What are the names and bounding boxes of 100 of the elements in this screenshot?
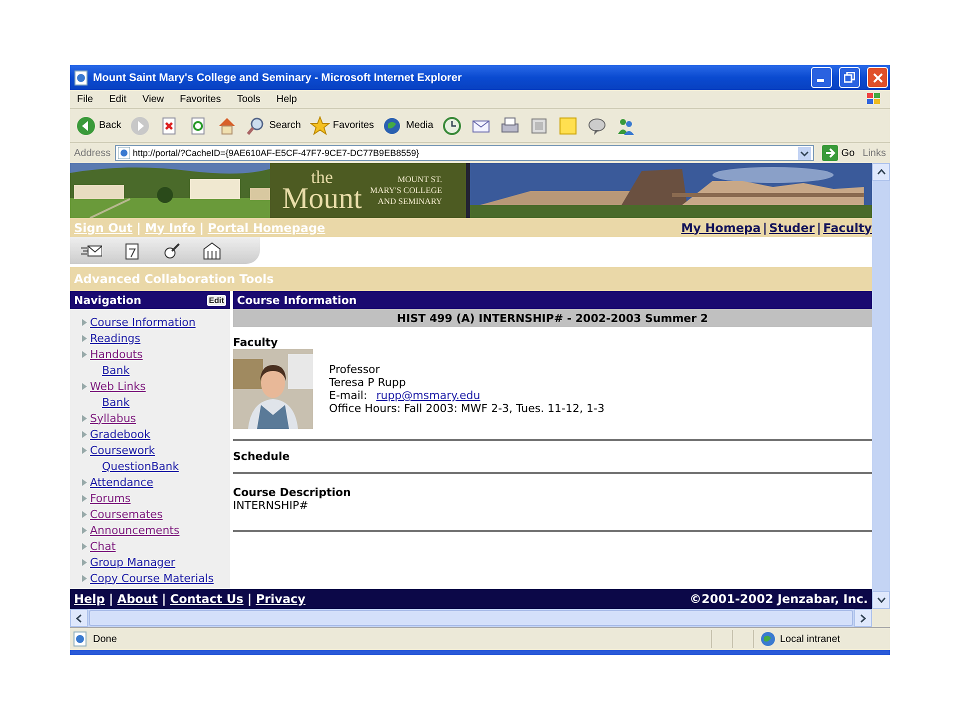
nav-link[interactable]: Bank [102,364,130,376]
section-title: Advanced Collaboration Tools [70,267,872,291]
triangle-icon [82,414,87,422]
maximize-button[interactable] [839,67,860,88]
section-label: Schedule [233,450,290,463]
horizontal-scrollbar[interactable] [70,609,872,627]
nav-link[interactable]: Handouts [90,348,143,360]
tagline: MARY'S COLLEGE [370,185,442,196]
triangle-icon [82,494,87,502]
search-button[interactable]: Search [244,114,303,138]
menu-item[interactable]: Favorites [178,94,222,104]
menu-item[interactable]: Help [275,94,298,104]
triangle-icon [82,526,87,534]
header-link[interactable]: Studer [769,220,815,234]
globe-icon [760,631,776,647]
nav-link[interactable]: Bank [102,396,130,408]
separator: | [247,592,252,606]
edit-button[interactable]: Edit [206,294,226,306]
printer-icon [500,116,520,136]
separator: | [108,592,114,606]
clock-icon [442,116,462,136]
favorites-button[interactable]: Favorites [308,114,376,138]
close-button[interactable] [867,67,888,88]
nav-link[interactable]: Copy Course Materials [90,572,214,584]
nav-link[interactable]: Readings [90,332,140,344]
faculty-name: Teresa P Rupp [329,376,407,389]
note-icon [558,116,578,136]
email-link[interactable]: rupp@msmary.edu [376,389,480,402]
close-icon [872,72,882,82]
header-link[interactable]: Faculty [823,220,872,234]
triangle-icon [82,430,87,438]
triangle-icon [82,334,87,342]
separator: | [136,220,141,234]
nav-link[interactable]: Course Information [90,316,196,328]
nav-link[interactable]: Web Links [90,380,146,392]
footer-link[interactable]: About [117,592,158,606]
triangle-icon [82,574,87,582]
nav-link[interactable]: Coursemates [90,508,163,520]
copyright: ©2001-2002 Jenzabar, Inc. [690,592,868,606]
menu-item[interactable]: Tools [236,94,262,104]
email-label: E-mail: [329,389,368,402]
dropdown-icon[interactable] [798,146,812,160]
star-icon [310,116,330,136]
separator: | [162,592,166,606]
section-label: Course Description [233,486,352,499]
triangle-icon [82,350,87,358]
links-button[interactable]: Links [862,148,886,158]
nav-link[interactable]: Gradebook [90,428,150,440]
menu-item[interactable]: Edit [108,94,128,104]
tagline: MOUNT ST. [398,174,442,185]
nav-link[interactable]: Syllabus [90,412,136,424]
nav-link[interactable]: QuestionBank [102,460,179,472]
minimize-button[interactable] [811,67,832,88]
logo-text: Mount [282,185,362,212]
panel-title: Course Information [233,291,872,309]
menu-item[interactable]: File [76,94,94,104]
nav-link[interactable]: Group Manager [90,556,176,568]
logo-text: the [311,168,333,186]
address-label: Address [74,148,111,158]
faculty-role: Professor [329,363,381,376]
tagline: AND SEMINARY [378,196,442,207]
status-text: Done [93,634,117,644]
nav-link[interactable]: Attendance [90,476,154,488]
triangle-icon [82,478,87,486]
separator: | [816,220,822,234]
arrow-icon [822,145,838,161]
page-icon [73,631,89,647]
separator: | [199,220,204,234]
back-button[interactable]: Back [74,114,124,138]
address-field[interactable]: http://portal/?CacheID={9AE610AF-E5CF-47F7-9CE7-DC77B9EB8559} [114,145,814,161]
course-heading: HIST 499 (A) INTERNSHIP# - 2002-2003 Summer 2 [233,309,872,327]
nav-link[interactable]: Forums [90,492,131,504]
nav-link[interactable]: Coursework [90,444,156,456]
zone-text: Local intranet [780,634,840,644]
header-link[interactable]: My Homepa [681,220,761,234]
footer-link[interactable]: Help [74,592,105,606]
triangle-icon [82,382,87,390]
menu-item[interactable]: View [141,94,165,104]
vertical-scrollbar[interactable] [872,163,890,609]
nav-link[interactable]: Announcements [90,524,180,536]
panel-title: Navigation [74,294,142,306]
media-button[interactable]: Media [381,114,436,138]
course-description: INTERNSHIP# [233,499,310,512]
triangle-icon [82,558,87,566]
speech-bubble-icon [587,116,608,136]
window-title: Mount Saint Mary's College and Seminary - Microsoft Internet Explorer [93,72,463,84]
separator: | [762,220,768,234]
edit-icon [529,116,550,136]
page-icon [118,147,130,159]
windows-flag-icon [866,92,882,106]
footer-link[interactable]: Privacy [256,592,306,606]
go-button[interactable]: Go [818,145,859,161]
maximize-icon [844,72,855,83]
triangle-icon [82,446,87,454]
office-hours: Office Hours: Fall 2003: MWF 2-3, Tues. 11-12, 1-3 [329,402,604,415]
page-icon [74,70,88,86]
section-label: Faculty [233,336,279,349]
triangle-icon [82,510,87,518]
footer-link[interactable]: Contact Us [170,592,244,606]
nav-link[interactable]: Chat [90,540,116,552]
